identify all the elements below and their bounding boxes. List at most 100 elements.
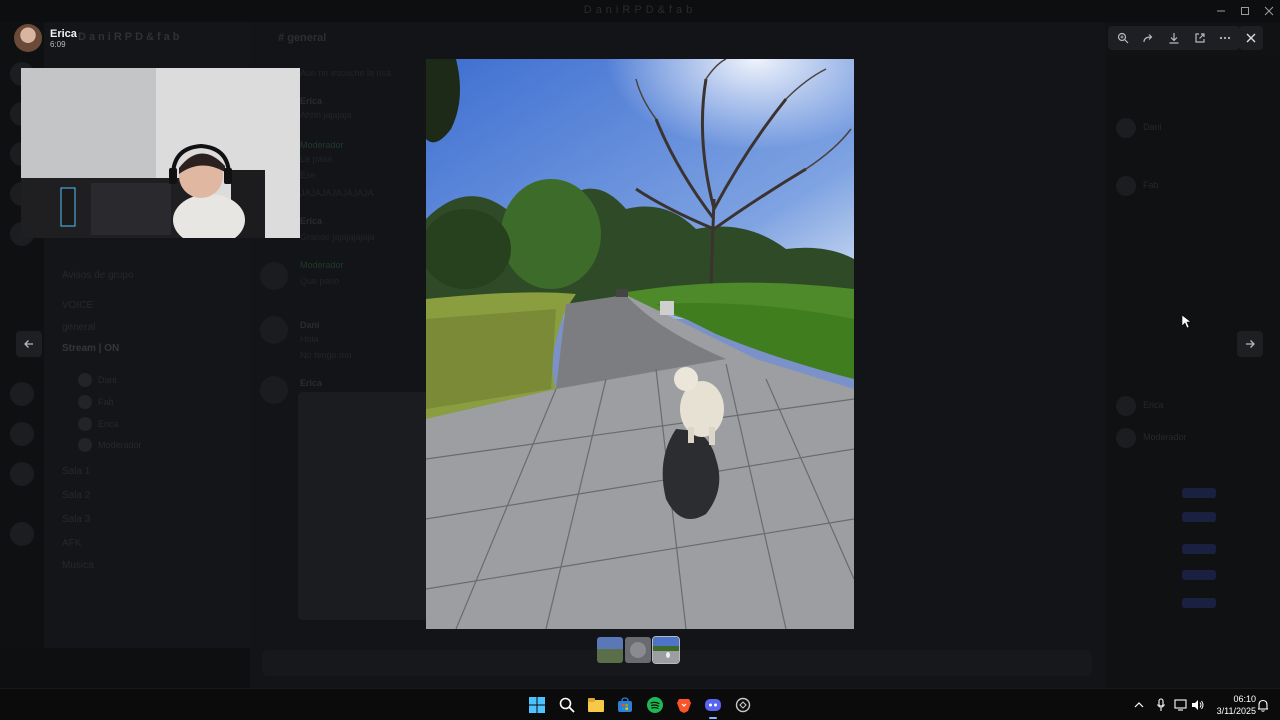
channel-item: Sala 1 — [62, 466, 91, 477]
message-attachment — [298, 392, 428, 620]
arrow-left-icon[interactable] — [16, 331, 42, 357]
voice-user-avatar — [78, 438, 92, 452]
server-icon — [10, 382, 34, 406]
message-text: Erica — [300, 378, 323, 388]
search-icon[interactable] — [556, 694, 578, 716]
forward-icon[interactable] — [1138, 28, 1158, 48]
discord-icon[interactable] — [702, 694, 724, 719]
channel-item: Musica — [62, 560, 94, 571]
message-text: Moderador — [300, 260, 344, 270]
notification-bell-icon[interactable] — [1256, 698, 1270, 712]
window-title: DaniRPD&fab — [583, 4, 697, 16]
windows-start-icon[interactable] — [526, 694, 548, 716]
volume-icon[interactable] — [1191, 698, 1205, 712]
thumbnail[interactable] — [597, 637, 623, 663]
message-text: No tengo mu — [300, 350, 352, 360]
member-avatar — [1116, 118, 1136, 138]
member-name: Moderador — [1143, 432, 1187, 442]
member-avatar — [1116, 176, 1136, 196]
server-icon — [10, 522, 34, 546]
viewed-image[interactable] — [426, 59, 854, 629]
channel-item: Stream | ON — [62, 343, 120, 354]
message-text: Erica — [300, 216, 323, 226]
channel-item: AFK — [62, 538, 82, 549]
thumbnail-strip — [597, 636, 680, 664]
voice-user-name: Moderador — [98, 440, 142, 450]
chevron-up-icon[interactable] — [1132, 698, 1146, 712]
store-icon[interactable] — [614, 694, 636, 716]
stream-duration: 6:09 — [50, 39, 66, 49]
message-text: Dani — [300, 320, 320, 330]
arrow-right-icon[interactable] — [1237, 331, 1263, 357]
member-badge — [1182, 570, 1216, 580]
avatar — [14, 24, 42, 52]
member-avatar — [1116, 396, 1136, 416]
channel-item: VOICE — [62, 300, 94, 311]
network-icon[interactable] — [1174, 698, 1188, 712]
message-text: Erica — [300, 96, 323, 106]
download-icon[interactable] — [1164, 28, 1184, 48]
app-icon[interactable] — [732, 694, 754, 716]
stream-video[interactable] — [21, 68, 300, 238]
thumbnail-active[interactable] — [652, 636, 680, 664]
user-panel — [0, 648, 250, 688]
voice-user-name: Fab — [98, 397, 114, 407]
channel-item: Avisos de grupo — [62, 270, 134, 281]
server-icon — [10, 462, 34, 486]
message-text: JAJAJAJAJAJAJA — [300, 188, 374, 198]
brave-icon[interactable] — [673, 694, 695, 716]
message-avatar — [260, 262, 288, 290]
message-text: Le pasa — [300, 154, 333, 164]
mouse-cursor-icon — [1181, 314, 1192, 334]
microphone-icon[interactable] — [1154, 698, 1168, 712]
voice-user-avatar — [78, 373, 92, 387]
message-text: Ese — [300, 170, 316, 180]
spotify-icon[interactable] — [644, 694, 666, 716]
channel-item: Sala 3 — [62, 514, 91, 525]
message-text: Hola — [300, 334, 319, 344]
server-icon — [10, 422, 34, 446]
clock-date: 3/11/2025 — [1216, 706, 1256, 716]
chat-channel-title: # general — [278, 32, 327, 44]
thumbnail[interactable] — [625, 637, 651, 663]
file-explorer-icon[interactable] — [585, 694, 607, 716]
server-name: DaniRPD&fab — [78, 31, 183, 43]
stream-header[interactable]: Erica 6:09 — [14, 24, 77, 52]
member-badge — [1182, 544, 1216, 554]
chat-channel-name: general — [287, 32, 327, 44]
taskbar-clock[interactable]: 06:10 3/11/2025 — [1208, 693, 1256, 717]
channel-item: general — [62, 322, 96, 333]
clock-time: 06:10 — [1233, 694, 1256, 704]
voice-user-name: Dani — [98, 375, 117, 385]
maximize-button[interactable] — [1238, 4, 1252, 18]
voice-user-avatar — [78, 395, 92, 409]
message-avatar — [260, 316, 288, 344]
window-titlebar: DaniRPD&fab — [0, 0, 1280, 22]
message-text: Moderador — [300, 140, 344, 150]
message-text: Que paso — [300, 276, 340, 286]
streamer-name: Erica — [50, 27, 77, 40]
message-text: Aun no escuche la risa — [300, 68, 392, 78]
close-icon[interactable] — [1239, 26, 1263, 50]
zoom-in-icon[interactable] — [1113, 28, 1133, 48]
member-badge — [1182, 488, 1216, 498]
message-text: Ahhh jajajaja — [300, 110, 352, 120]
open-external-icon[interactable] — [1190, 28, 1210, 48]
voice-user-name: Erica — [98, 419, 119, 429]
member-list — [1106, 56, 1280, 688]
window-close-button[interactable] — [1262, 4, 1276, 18]
minimize-button[interactable] — [1214, 4, 1228, 18]
channel-item: Sala 2 — [62, 490, 91, 501]
member-name: Fab — [1143, 180, 1159, 190]
member-badge — [1182, 512, 1216, 522]
message-text: Grande jajajajajaja — [300, 232, 375, 242]
member-name: Erica — [1143, 400, 1164, 410]
windows-taskbar: 06:10 3/11/2025 — [0, 688, 1280, 720]
member-name: Dani — [1143, 122, 1162, 132]
more-icon[interactable] — [1215, 28, 1235, 48]
image-viewer-toolbar — [1108, 26, 1240, 50]
message-avatar — [260, 376, 288, 404]
member-badge — [1182, 598, 1216, 608]
member-avatar — [1116, 428, 1136, 448]
voice-user-avatar — [78, 417, 92, 431]
